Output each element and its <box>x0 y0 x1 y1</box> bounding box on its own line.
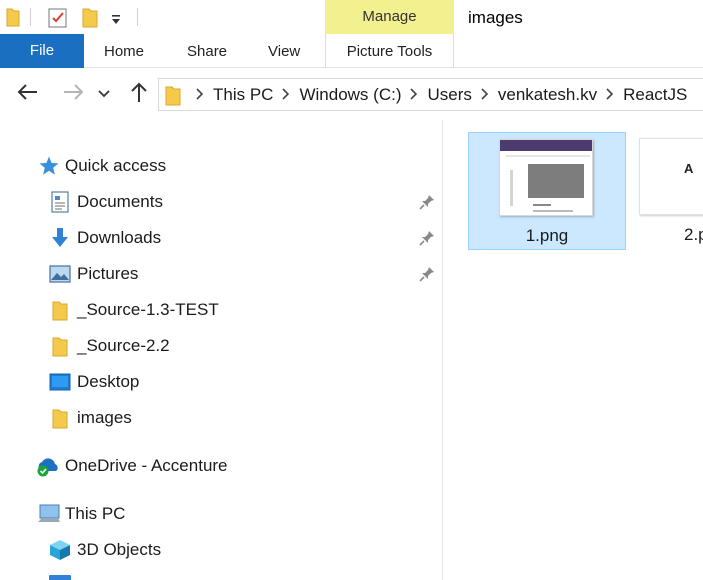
chevron-right-icon[interactable] <box>282 87 290 103</box>
separator <box>137 8 138 26</box>
thumbnail-letter: A <box>684 161 694 176</box>
file-list: 1.png A 2.png <box>444 120 703 580</box>
separator <box>30 8 31 26</box>
pin-icon[interactable] <box>418 265 438 285</box>
tab-picture-tools[interactable]: Picture Tools <box>325 34 454 68</box>
chevron-right-icon[interactable] <box>410 87 418 103</box>
new-folder-icon[interactable] <box>82 6 98 33</box>
breadcrumb-users[interactable]: Users <box>427 85 471 105</box>
nav-item-source-1-3-test[interactable]: _Source-1.3-TEST <box>49 293 219 327</box>
folder-icon <box>49 299 71 321</box>
forward-button[interactable] <box>61 82 85 106</box>
folder-icon[interactable] <box>6 7 20 32</box>
nav-item-label: Desktop <box>77 372 140 391</box>
chevron-down-icon <box>98 85 110 103</box>
nav-quick-access-label: Quick access <box>65 156 167 175</box>
pin-icon[interactable] <box>418 229 438 249</box>
customize-toolbar-icon[interactable] <box>111 12 121 30</box>
pictures-icon <box>49 263 71 285</box>
file-tile-2-png[interactable]: A 2.png <box>639 132 703 250</box>
breadcrumb-this-pc[interactable]: This PC <box>213 85 273 105</box>
nav-item-label: images <box>77 408 132 427</box>
tab-file[interactable]: File <box>0 34 84 68</box>
nav-item-images[interactable]: images <box>49 401 132 435</box>
image-thumbnail: A <box>639 138 703 215</box>
folder-icon <box>49 407 71 429</box>
nav-item-desktop[interactable]: Desktop <box>49 365 139 399</box>
nav-item-label: Downloads <box>77 228 162 247</box>
nav-item-documents[interactable]: Documents <box>49 185 163 219</box>
nav-this-pc-label: This PC <box>65 504 126 523</box>
nav-item-pictures[interactable]: Pictures <box>49 257 138 291</box>
file-name: 2.png <box>684 225 703 244</box>
pin-icon[interactable] <box>418 193 438 213</box>
onedrive-icon <box>35 455 61 477</box>
nav-item-3d-objects[interactable]: 3D Objects <box>49 533 161 567</box>
chevron-right-icon[interactable] <box>196 87 204 103</box>
image-thumbnail <box>499 139 593 216</box>
back-button[interactable] <box>16 82 40 106</box>
tab-manage[interactable]: Manage <box>325 0 454 34</box>
tab-home[interactable]: Home <box>104 34 144 68</box>
3d-objects-icon <box>49 539 71 561</box>
file-tile-1-png[interactable]: 1.png <box>468 132 626 250</box>
file-name: 1.png <box>525 226 569 245</box>
chevron-right-icon[interactable] <box>481 87 489 103</box>
recent-locations-button[interactable] <box>96 82 112 106</box>
downloads-icon <box>49 227 71 249</box>
nav-item-label: Documents <box>77 192 163 211</box>
documents-icon <box>49 191 71 213</box>
desktop-icon <box>49 371 71 393</box>
breadcrumb-windows-c[interactable]: Windows (C:) <box>299 85 401 105</box>
title-bar: Manage images <box>0 0 703 34</box>
nav-quick-access[interactable]: Quick access <box>38 149 166 183</box>
nav-item-label: Pictures <box>77 264 139 283</box>
nav-item-label: 3D Objects <box>77 540 162 559</box>
nav-item-downloads[interactable]: Downloads <box>49 221 161 255</box>
folder-icon <box>49 335 71 357</box>
arrow-left-icon <box>17 83 39 106</box>
arrow-right-icon <box>62 83 84 106</box>
star-icon <box>38 155 60 177</box>
nav-onedrive[interactable]: OneDrive - Accenture <box>35 449 228 483</box>
file-explorer-window: Manage images File Home Share View Pictu… <box>0 0 703 580</box>
chevron-right-icon[interactable] <box>606 87 614 103</box>
navigation-pane: Quick access Documents Downloads Picture… <box>0 120 443 580</box>
breadcrumb-reactjs[interactable]: ReactJS <box>623 85 687 105</box>
window-title: images <box>468 8 523 27</box>
arrow-up-icon <box>130 81 148 108</box>
nav-this-pc[interactable]: This PC <box>37 497 125 531</box>
address-bar[interactable]: This PC Windows (C:) Users venkatesh.kv … <box>158 78 703 111</box>
navigation-bar: This PC Windows (C:) Users venkatesh.kv … <box>0 68 703 120</box>
ribbon-tabs: File Home Share View Picture Tools <box>0 34 703 68</box>
nav-onedrive-label: OneDrive - Accenture <box>65 456 228 475</box>
tab-view[interactable]: View <box>268 34 300 68</box>
up-button[interactable] <box>127 82 151 106</box>
nav-item-label: _Source-2.2 <box>77 336 170 355</box>
computer-icon <box>37 503 61 525</box>
properties-icon[interactable] <box>48 6 68 33</box>
folder-icon <box>165 84 181 106</box>
nav-item-source-2-2[interactable]: _Source-2.2 <box>49 329 170 363</box>
tab-share[interactable]: Share <box>187 34 227 68</box>
nav-item-label: _Source-1.3-TEST <box>77 300 219 319</box>
breadcrumb-venkatesh-kv[interactable]: venkatesh.kv <box>498 85 597 105</box>
nav-item-partial[interactable] <box>49 575 71 580</box>
